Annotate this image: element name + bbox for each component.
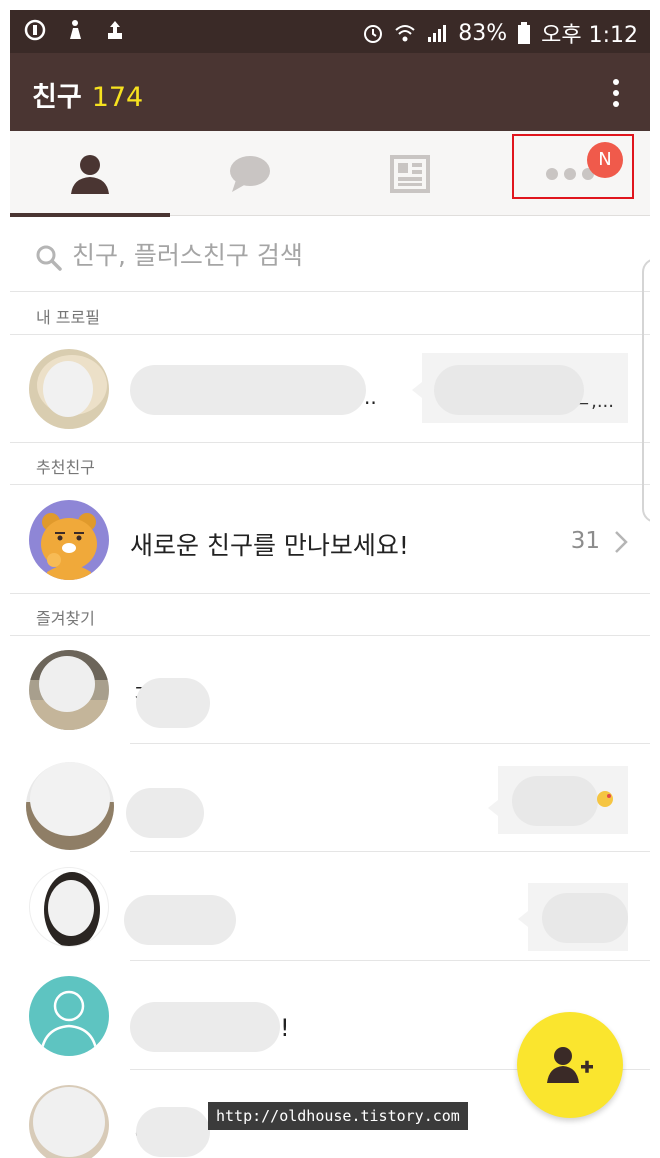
alarm-icon [364, 25, 383, 43]
annotation-highlight-box [512, 134, 634, 199]
overflow-menu-button[interactable] [612, 79, 620, 107]
edge-panel-handle[interactable] [642, 258, 650, 523]
kiss-emoji-icon [597, 791, 613, 807]
search-bar[interactable] [10, 217, 650, 292]
redacted-name [126, 788, 204, 838]
recommended-count: 31 [570, 528, 600, 554]
clock: 오후 1:12 [541, 23, 638, 48]
redacted-status [512, 776, 598, 826]
section-title: 즐겨찾기 [36, 609, 95, 628]
name-ellipsis: .. [364, 385, 377, 409]
status-message-bubble [528, 883, 628, 951]
avatar [29, 349, 109, 429]
avatar [29, 650, 109, 730]
battery-percent: 83% [458, 20, 508, 46]
redacted-name [136, 1107, 210, 1157]
tab-friends[interactable] [10, 131, 170, 217]
app-notification-icon [24, 19, 46, 41]
friend-row[interactable] [10, 744, 650, 852]
ryan-character-icon [41, 513, 97, 580]
search-input[interactable] [72, 237, 612, 273]
chat-bubble-icon [230, 155, 270, 192]
overflow-dot [613, 90, 619, 96]
usb-notification-icon [108, 21, 122, 39]
title-bar: 친구 174 [10, 53, 650, 131]
redacted-status [434, 365, 584, 415]
status-right-group: 83% 오후 1:12 [362, 17, 638, 49]
redacted-status [542, 893, 628, 943]
person-icon [71, 154, 109, 194]
friend-count: 174 [91, 82, 144, 113]
activity-notification-icon [70, 20, 81, 39]
status-message-bubble: ㄴ,... [422, 353, 628, 423]
add-friend-icon [547, 1047, 593, 1083]
avatar-ryan-character [29, 500, 109, 580]
redacted-name [130, 1002, 280, 1052]
redacted-name [130, 365, 366, 415]
friend-row[interactable]: ㅈ [10, 636, 650, 744]
my-profile-row[interactable]: .. ㄴ,... [10, 335, 650, 442]
battery-icon [518, 22, 531, 44]
section-title: 내 프로필 [36, 308, 100, 327]
row-divider [130, 851, 650, 852]
default-person-icon [39, 990, 99, 1056]
section-header-favorites: 즐겨찾기 [10, 594, 650, 636]
chevron-right-icon [615, 531, 628, 553]
bubble-tip [412, 382, 422, 398]
page-title: 친구 174 [32, 75, 143, 114]
status-message-bubble [498, 766, 628, 834]
avatar [29, 867, 109, 947]
avatar-default [29, 976, 109, 1056]
watermark: http://oldhouse.tistory.com [208, 1102, 468, 1130]
overflow-dot [613, 79, 619, 85]
tab-chats[interactable] [170, 131, 330, 216]
recommended-friends-row[interactable]: 새로운 친구를 만나보세요! 31 [10, 486, 650, 593]
section-title: 추천친구 [36, 458, 95, 477]
page-title-text: 친구 [32, 82, 82, 113]
signal-icon [428, 25, 447, 42]
bubble-tip [518, 911, 528, 927]
tab-bar: N [10, 131, 650, 217]
newspaper-icon [390, 154, 430, 193]
status-bar: 83% 오후 1:12 [10, 10, 650, 53]
recommended-label: 새로운 친구를 만나보세요! [130, 531, 409, 560]
search-icon [36, 245, 62, 271]
app-frame: 83% 오후 1:12 친구 174 N 친구, 플러스친구 검색 내 프로필 … [10, 10, 650, 1158]
overflow-dot [613, 101, 619, 107]
wifi-icon [395, 25, 415, 42]
redacted-name [136, 678, 210, 728]
redacted-name [124, 895, 236, 945]
avatar [29, 1085, 109, 1158]
avatar [26, 762, 114, 850]
bubble-tip [488, 800, 498, 816]
add-friend-button[interactable] [517, 1012, 623, 1118]
status-left-icons [24, 19, 126, 41]
section-header-my-profile: 내 프로필 [10, 293, 650, 335]
row-divider [130, 960, 650, 961]
tab-channel[interactable] [330, 131, 490, 216]
section-header-recommended: 추천친구 [10, 443, 650, 485]
friend-row[interactable] [10, 853, 650, 961]
friend-name-fragment: ! [280, 1014, 290, 1042]
